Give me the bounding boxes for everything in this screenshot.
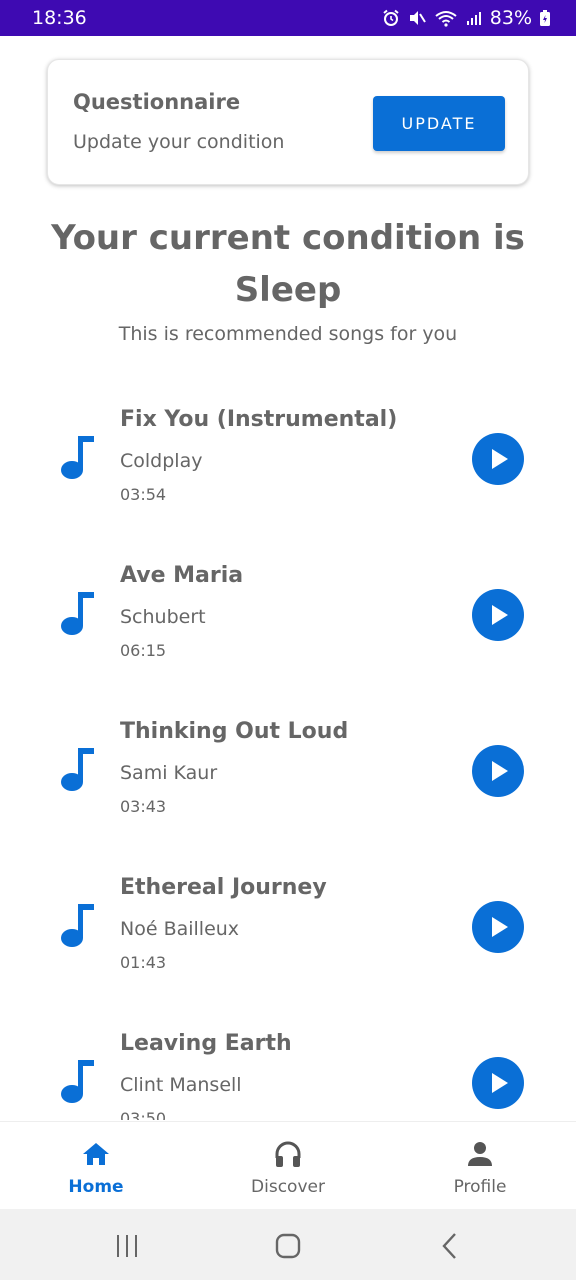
play-icon (492, 605, 508, 625)
alarm-icon (383, 9, 399, 26)
update-button[interactable]: UPDATE (373, 96, 505, 151)
song-duration: 06:15 (120, 641, 167, 660)
nav-home-label: Home (68, 1177, 124, 1197)
nav-profile[interactable]: Profile (384, 1122, 576, 1210)
song-title: Thinking Out Loud (120, 719, 349, 744)
song-artist: Clint Mansell (120, 1074, 242, 1096)
song-artist: Coldplay (120, 450, 203, 472)
mute-icon (409, 11, 426, 25)
wifi-icon (435, 11, 457, 27)
nav-profile-label: Profile (453, 1177, 507, 1197)
song-duration: 03:43 (120, 797, 167, 816)
system-navigation-bar (0, 1209, 576, 1280)
music-note-icon (61, 904, 94, 947)
song-item[interactable]: Thinking Out Loud Sami Kaur 03:43 (0, 692, 576, 848)
play-button[interactable] (472, 901, 524, 953)
nav-home[interactable]: Home (0, 1122, 192, 1210)
music-note-icon (61, 748, 94, 791)
song-title: Fix You (Instrumental) (120, 407, 398, 432)
signal-icon (466, 12, 481, 25)
song-list[interactable]: Fix You (Instrumental) Coldplay 03:54 Av… (0, 380, 576, 1120)
nav-discover-label: Discover (251, 1177, 325, 1197)
song-artist: Noé Bailleux (120, 918, 240, 940)
status-time: 18:36 (32, 7, 87, 29)
status-icons: 83% (382, 7, 550, 29)
play-icon (492, 1073, 508, 1093)
song-item[interactable]: Leaving Earth Clint Mansell 03:50 (0, 1004, 576, 1120)
song-duration: 03:54 (120, 485, 167, 504)
recommendation-subheading: This is recommended songs for you (118, 323, 458, 345)
song-item[interactable]: Ave Maria Schubert 06:15 (0, 536, 576, 692)
music-note-icon (61, 436, 94, 479)
recent-apps-icon[interactable] (112, 1231, 142, 1261)
song-artist: Schubert (120, 606, 206, 628)
headphones-icon (275, 1141, 301, 1167)
bottom-navigation: Home Discover Profile (0, 1121, 576, 1209)
play-button[interactable] (472, 1057, 524, 1109)
song-duration: 03:50 (120, 1109, 167, 1120)
condition-heading: Your current condition is Sleep (30, 212, 546, 316)
home-button-icon[interactable] (273, 1231, 303, 1261)
music-note-icon (61, 1060, 94, 1103)
play-button[interactable] (472, 589, 524, 641)
song-item[interactable]: Ethereal Journey Noé Bailleux 01:43 (0, 848, 576, 1004)
battery-percent: 83% (489, 7, 532, 29)
home-icon (83, 1143, 109, 1165)
questionnaire-subtitle: Update your condition (73, 131, 285, 153)
song-artist: Sami Kaur (120, 762, 218, 784)
nav-discover[interactable]: Discover (192, 1122, 384, 1210)
play-icon (492, 449, 508, 469)
questionnaire-card: Questionnaire Update your condition UPDA… (47, 59, 529, 185)
music-note-icon (61, 592, 94, 635)
condition-heading-line1: Your current condition is (51, 218, 525, 258)
play-icon (492, 917, 508, 937)
condition-value: Sleep (234, 270, 342, 310)
song-title: Ethereal Journey (120, 875, 327, 900)
battery-icon (540, 10, 550, 26)
person-icon (468, 1142, 492, 1166)
back-icon[interactable] (436, 1231, 466, 1261)
questionnaire-title: Questionnaire (73, 90, 241, 114)
play-button[interactable] (472, 433, 524, 485)
play-button[interactable] (472, 745, 524, 797)
song-duration: 01:43 (120, 953, 167, 972)
song-item[interactable]: Fix You (Instrumental) Coldplay 03:54 (0, 380, 576, 536)
song-title: Leaving Earth (120, 1031, 292, 1056)
song-title: Ave Maria (120, 563, 244, 588)
play-icon (492, 761, 508, 781)
status-bar: 18:36 83% (0, 0, 576, 36)
